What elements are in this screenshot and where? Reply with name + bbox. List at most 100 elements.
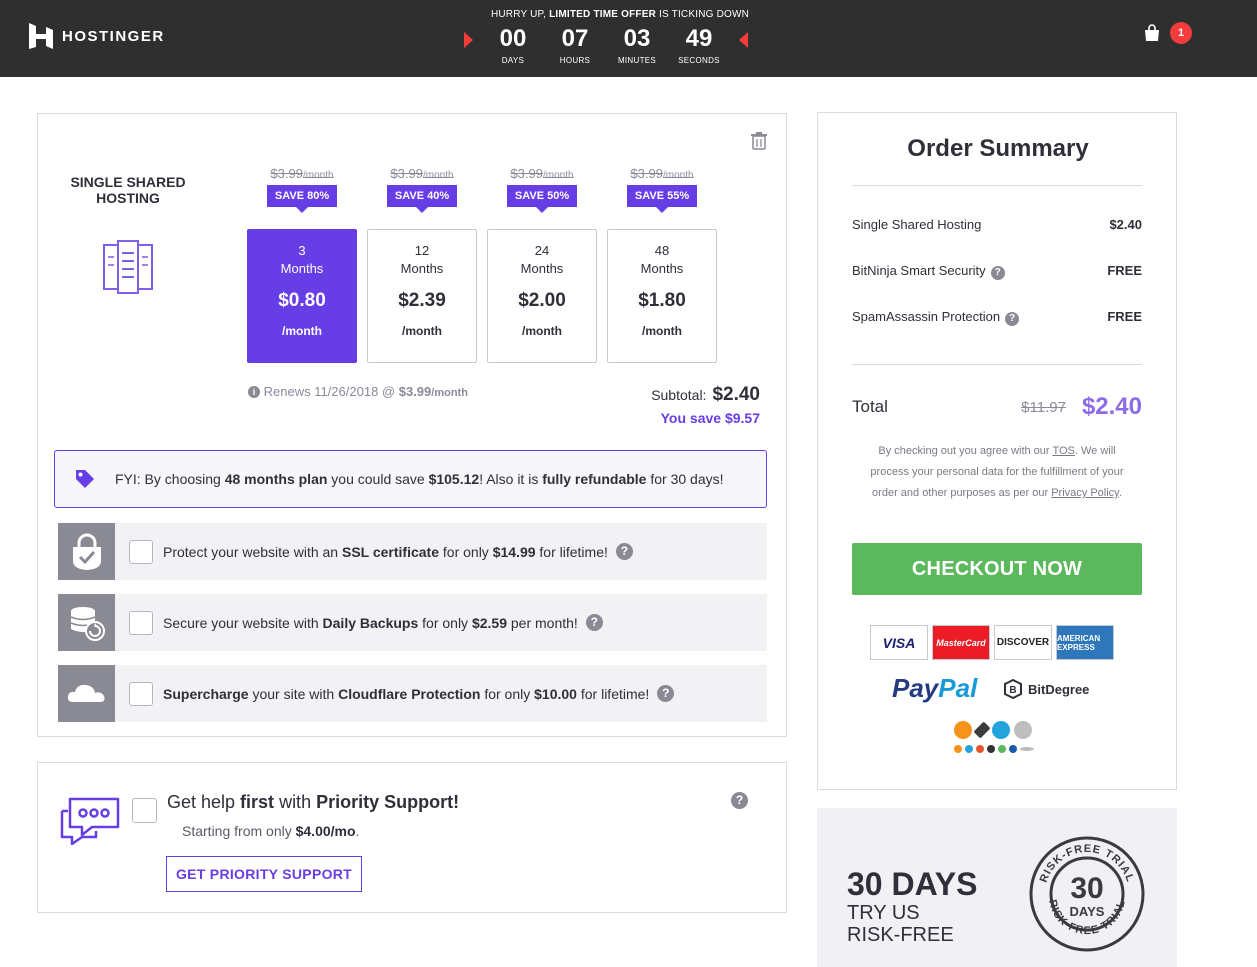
save-badge: SAVE 50%	[506, 185, 578, 213]
chat-bubbles-icon	[60, 797, 120, 845]
summary-item: SpamAssassin Protection? FREE	[852, 309, 1142, 326]
save-badge: SAVE 55%	[626, 185, 698, 213]
payment-cards: VISA MasterCard DISCOVER AMERICAN EXPRES…	[870, 625, 1114, 660]
privacy-policy-link[interactable]: Privacy Policy	[1051, 487, 1119, 499]
ripple-icon	[992, 721, 1010, 739]
priority-support-checkbox[interactable]	[132, 798, 157, 823]
crypto-icons-small	[954, 745, 1034, 753]
help-icon[interactable]: ?	[585, 614, 603, 631]
get-priority-support-button[interactable]: GET PRIORITY SUPPORT	[166, 856, 362, 892]
you-save-text: You save $9.57	[660, 410, 760, 426]
risk-free-seal-icon: RISK-FREE TRIAL RISK-FREE TRIAL 30 DAYS	[1029, 836, 1145, 952]
option-price: $2.39	[398, 290, 446, 311]
bitdegree-logo: B BitDegree	[1004, 679, 1089, 699]
backup-database-icon	[70, 606, 105, 641]
countdown-hours: 07 HOURS	[559, 25, 591, 65]
svg-text:DAYS: DAYS	[1070, 904, 1105, 919]
tos-link[interactable]: TOS	[1052, 445, 1074, 457]
more-icon	[1020, 747, 1034, 751]
countdown-days: 00 DAYS	[499, 25, 527, 65]
bitcoin-icon	[954, 721, 972, 739]
help-icon[interactable]: ?	[990, 266, 1005, 280]
old-price: $3.99/month	[390, 166, 454, 181]
trash-icon[interactable]	[751, 132, 767, 150]
bitdegree-icon: B	[1004, 679, 1022, 699]
priority-support-price: Starting from only $4.00/mo.	[182, 823, 360, 839]
plan-title: SINGLE SHARED HOSTING	[70, 174, 186, 206]
subtotal: Subtotal: $2.40 You save $9.57	[651, 384, 760, 426]
divider	[852, 185, 1142, 186]
shopping-bag-icon[interactable]	[1143, 24, 1161, 42]
ethereum-icon	[973, 721, 991, 739]
plan-option-24-months: $3.99/month SAVE 50% 24 Months $2.00 /mon…	[487, 166, 597, 363]
litecoin-icon	[1014, 721, 1032, 739]
fyi-banner: FYI: By choosing 48 months plan you coul…	[54, 450, 767, 508]
risk-free-line: RISK-FREE	[847, 924, 954, 946]
mastercard-card-icon: MasterCard	[932, 625, 990, 660]
risk-free-title: 30 DAYS	[847, 866, 978, 902]
cloudflare-cloud-icon	[67, 684, 104, 702]
hostinger-h-icon	[29, 23, 53, 49]
summary-item: Single Shared Hosting $2.40	[852, 217, 1142, 232]
amex-card-icon: AMERICAN EXPRESS	[1056, 625, 1114, 660]
visa-card-icon: VISA	[870, 625, 928, 660]
plan-option-3-months: $3.99/month SAVE 80% 3 Months $0.80 /mont…	[247, 166, 357, 363]
top-bar: HOSTINGER HURRY UP, LIMITED TIME OFFER I…	[0, 0, 1257, 77]
addon-cloudflare-text: Supercharge your site with Cloudflare Pr…	[163, 685, 650, 702]
old-price: $3.99/month	[270, 166, 334, 181]
brand-name: HOSTINGER	[62, 27, 165, 45]
ssl-checkbox[interactable]	[129, 539, 153, 564]
plan-option-12-months: $3.99/month SAVE 40% 12 Months $2.39 /mon…	[367, 166, 477, 363]
crypto-icons	[954, 721, 1032, 739]
priority-support-title: Get help first with Priority Support!	[167, 792, 460, 812]
help-icon[interactable]: ?	[615, 543, 633, 560]
countdown-timer: 00 DAYS 07 HOURS 03 MINUTES 49 SECONDS	[462, 24, 752, 70]
summary-item: BitNinja Smart Security? FREE	[852, 263, 1142, 280]
countdown-minutes: 03 MINUTES	[617, 25, 657, 65]
countdown-right-arrow-icon	[739, 32, 748, 48]
addon-ssl-text: Protect your website with an SSL certifi…	[163, 543, 608, 560]
renewal-note: i Renews 11/26/2018 @ $3.99/month	[248, 384, 468, 399]
terms-note: By checking out you agree with our TOS. …	[870, 445, 1124, 499]
option-price: $2.00	[518, 290, 566, 311]
help-icon[interactable]: ?	[1005, 312, 1020, 326]
tag-icon	[76, 470, 94, 488]
subtotal-value: $2.40	[712, 384, 760, 405]
backups-checkbox[interactable]	[129, 610, 153, 635]
fyi-text: FYI: By choosing 48 months plan you coul…	[115, 471, 724, 487]
old-price: $3.99/month	[510, 166, 574, 181]
priority-support-panel: Get help first with Priority Support! St…	[37, 762, 787, 913]
total-old-price: $11.97	[1021, 398, 1066, 416]
risk-free-banner: 30 DAYS TRY US RISK-FREE RISK-FREE TRIAL…	[817, 808, 1177, 967]
plan-option-box[interactable]: 3 Months $0.80 /month	[247, 229, 357, 363]
svg-text:B: B	[1009, 685, 1016, 696]
cart-count-badge: 1	[1170, 22, 1192, 44]
offer-banner: HURRY UP, LIMITED TIME OFFER IS TICKING …	[440, 9, 800, 20]
addon-ssl: Protect your website with an SSL certifi…	[58, 523, 767, 580]
plan-option-48-months: $3.99/month SAVE 55% 48 Months $1.80 /mon…	[607, 166, 717, 363]
plan-option-box[interactable]: 12 Months $2.39 /month	[367, 229, 477, 363]
coin-icon	[965, 745, 973, 753]
checkout-now-button[interactable]: CHECKOUT NOW	[852, 543, 1142, 595]
divider	[852, 364, 1142, 365]
hostinger-logo[interactable]: HOSTINGER	[28, 22, 165, 50]
help-icon[interactable]: ?	[731, 792, 748, 809]
addon-backups-text: Secure your website with Daily Backups f…	[163, 614, 578, 631]
coin-icon	[998, 745, 1006, 753]
cloudflare-checkbox[interactable]	[129, 681, 153, 706]
ssl-lock-icon	[72, 533, 101, 570]
addon-backups: Secure your website with Daily Backups f…	[58, 594, 767, 651]
coin-icon	[987, 745, 995, 753]
coin-icon	[954, 745, 962, 753]
plan-option-box[interactable]: 24 Months $2.00 /month	[487, 229, 597, 363]
total-price: $2.40	[1081, 393, 1142, 420]
plan-option-box[interactable]: 48 Months $1.80 /month	[607, 229, 717, 363]
total-row: Total $11.97 $2.40	[852, 393, 1142, 420]
risk-free-line: TRY US	[847, 902, 920, 924]
countdown-left-arrow-icon	[464, 32, 473, 48]
plan-panel: SINGLE SHARED HOSTING $3.99/month SAVE 8…	[37, 113, 787, 737]
svg-text:30: 30	[1070, 872, 1103, 905]
info-icon: i	[248, 386, 260, 398]
help-icon[interactable]: ?	[657, 685, 675, 702]
order-summary-title: Order Summary	[907, 135, 1089, 162]
